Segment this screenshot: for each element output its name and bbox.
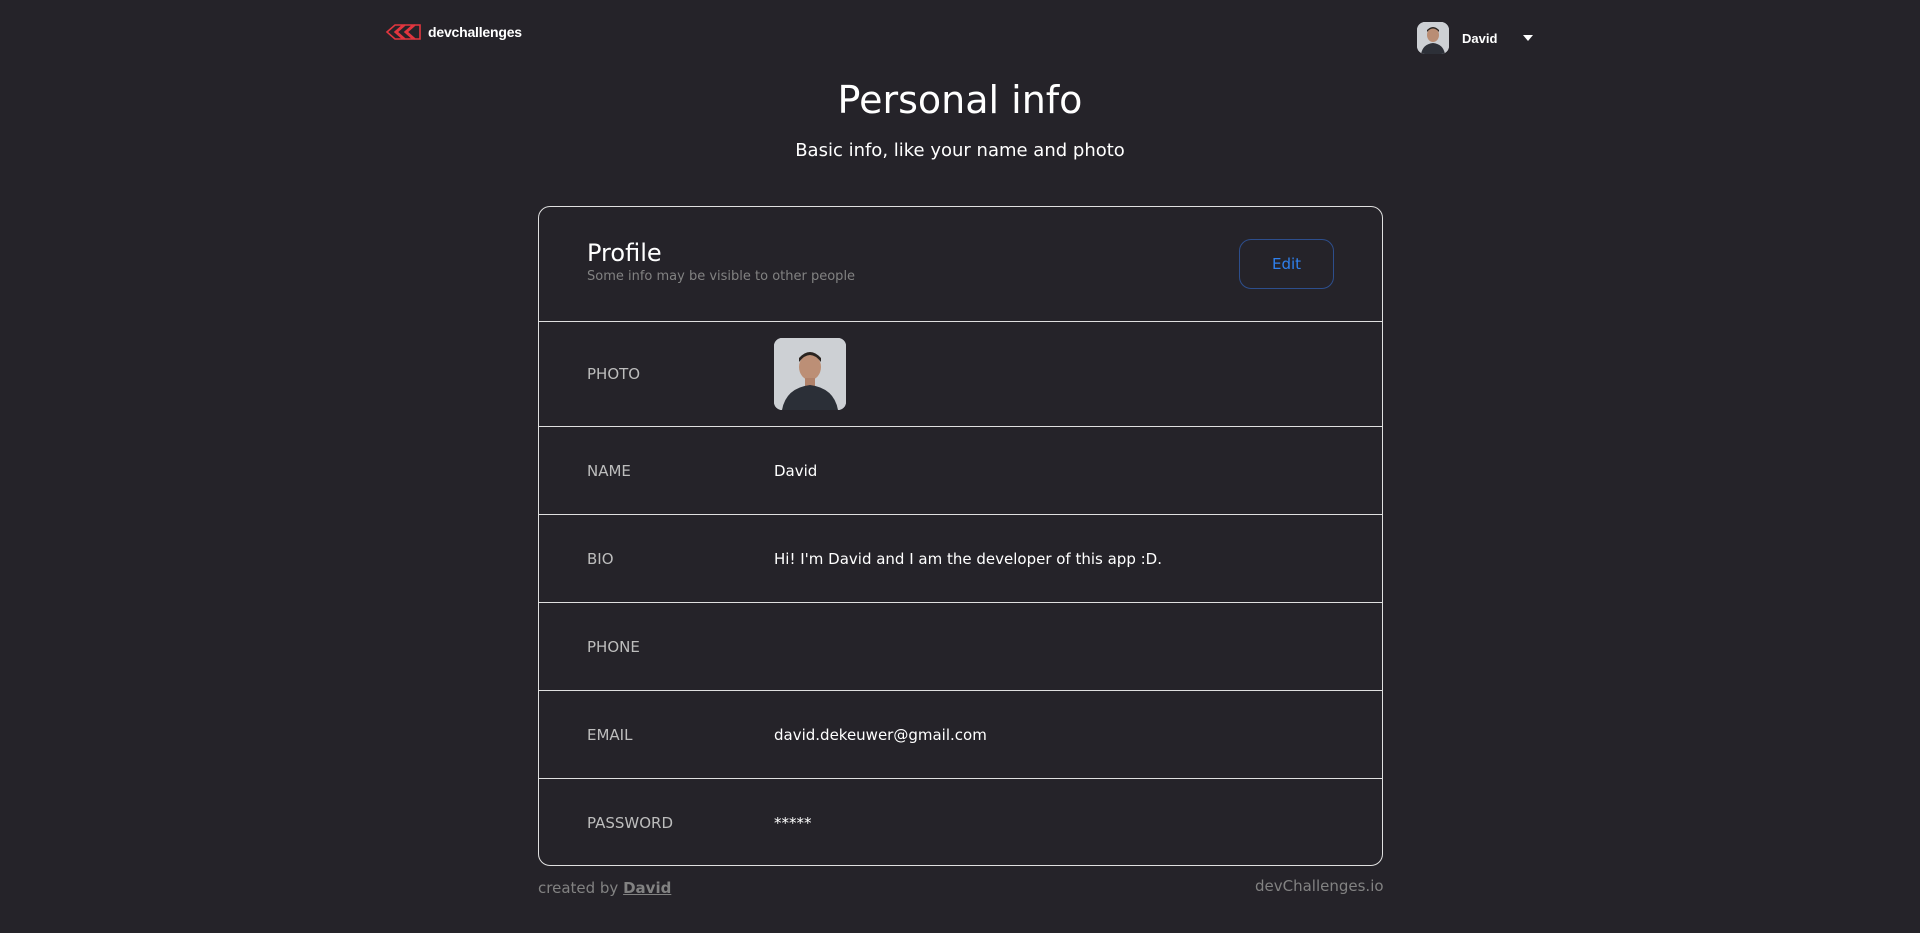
bio-value: Hi! I'm David and I am the developer of … — [774, 549, 1162, 568]
email-value: david.dekeuwer@gmail.com — [774, 725, 987, 744]
profile-photo — [774, 338, 846, 410]
logo-text: devchallenges — [428, 24, 522, 40]
user-name: David — [1462, 30, 1498, 46]
email-label: EMAIL — [587, 725, 633, 744]
avatar — [1417, 22, 1449, 54]
password-label: PASSWORD — [587, 813, 674, 832]
user-menu[interactable]: David — [1417, 22, 1534, 54]
profile-title: Profile — [587, 239, 662, 267]
bio-row: BIO Hi! I'm David and I am the developer… — [539, 515, 1382, 603]
password-value: ***** — [774, 813, 812, 832]
email-row: EMAIL david.dekeuwer@gmail.com — [539, 691, 1382, 779]
app-logo[interactable]: devchallenges — [385, 22, 522, 42]
profile-card-header: Profile Some info may be visible to othe… — [539, 207, 1382, 322]
caret-down-icon[interactable] — [1523, 33, 1534, 43]
footer-credit: created by David — [538, 879, 671, 897]
photo-row: PHOTO — [539, 322, 1382, 427]
bio-label: BIO — [587, 549, 614, 568]
edit-button[interactable]: Edit — [1239, 239, 1334, 289]
name-label: NAME — [587, 461, 631, 480]
footer-author-link[interactable]: David — [623, 879, 671, 897]
personal-info-page: devchallenges David Personal info Basic … — [0, 0, 1920, 933]
phone-label: PHONE — [587, 637, 640, 656]
footer-site: devChallenges.io — [1255, 877, 1384, 895]
footer-prefix: created by — [538, 879, 619, 897]
page-subtitle: Basic info, like your name and photo — [795, 140, 1125, 161]
photo-label: PHOTO — [587, 365, 641, 383]
profile-description: Some info may be visible to other people — [587, 269, 856, 284]
profile-card: Profile Some info may be visible to othe… — [538, 206, 1383, 866]
phone-row: PHONE — [539, 603, 1382, 691]
name-value: David — [774, 461, 818, 480]
password-row: PASSWORD ***** — [539, 779, 1382, 866]
name-row: NAME David — [539, 427, 1382, 515]
page-title: Personal info — [837, 78, 1083, 122]
devchallenges-logo-icon — [385, 24, 421, 40]
